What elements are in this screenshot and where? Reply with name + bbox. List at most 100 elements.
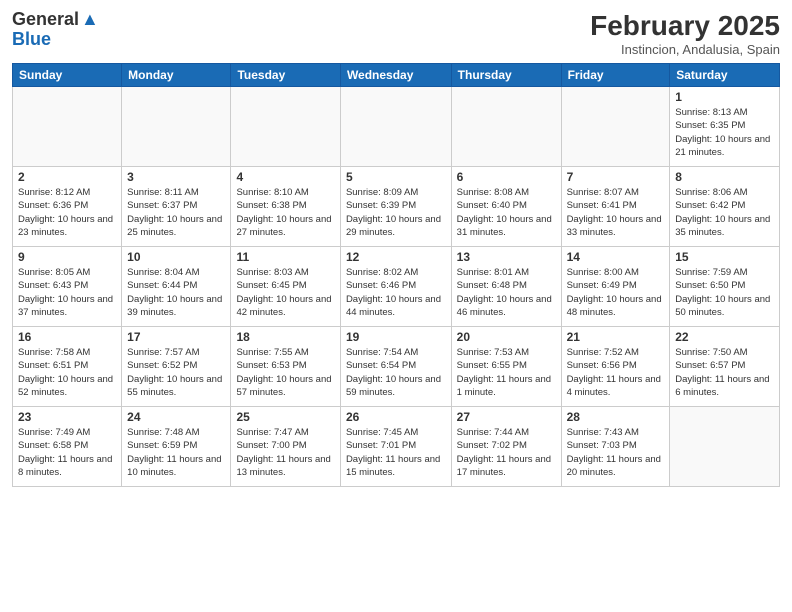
calendar-cell: 2 Sunrise: 8:12 AM Sunset: 6:36 PM Daylig… — [13, 167, 122, 247]
calendar-cell: 18 Sunrise: 7:55 AM Sunset: 6:53 PM Dayli… — [231, 327, 340, 407]
day-info: Sunrise: 7:44 AM Sunset: 7:02 PM Dayligh… — [457, 426, 556, 479]
day-info: Sunrise: 8:00 AM Sunset: 6:49 PM Dayligh… — [567, 266, 665, 319]
calendar-cell: 23 Sunrise: 7:49 AM Sunset: 6:58 PM Dayli… — [13, 407, 122, 487]
day-number: 3 — [127, 170, 225, 184]
day-info: Sunrise: 7:47 AM Sunset: 7:00 PM Dayligh… — [236, 426, 334, 479]
calendar-cell — [451, 87, 561, 167]
day-info: Sunrise: 7:52 AM Sunset: 6:56 PM Dayligh… — [567, 346, 665, 399]
col-monday: Monday — [122, 64, 231, 87]
day-number: 6 — [457, 170, 556, 184]
calendar-header-row: Sunday Monday Tuesday Wednesday Thursday… — [13, 64, 780, 87]
calendar-cell — [231, 87, 340, 167]
calendar-cell: 14 Sunrise: 8:00 AM Sunset: 6:49 PM Dayli… — [561, 247, 670, 327]
calendar-cell: 16 Sunrise: 7:58 AM Sunset: 6:51 PM Dayli… — [13, 327, 122, 407]
day-info: Sunrise: 8:13 AM Sunset: 6:35 PM Dayligh… — [675, 106, 774, 159]
day-info: Sunrise: 7:53 AM Sunset: 6:55 PM Dayligh… — [457, 346, 556, 399]
calendar-cell: 10 Sunrise: 8:04 AM Sunset: 6:44 PM Dayli… — [122, 247, 231, 327]
day-info: Sunrise: 7:54 AM Sunset: 6:54 PM Dayligh… — [346, 346, 446, 399]
day-number: 5 — [346, 170, 446, 184]
day-info: Sunrise: 8:08 AM Sunset: 6:40 PM Dayligh… — [457, 186, 556, 239]
calendar-cell: 7Sunrise: 8:07 AM Sunset: 6:41 PM Daylig… — [561, 167, 670, 247]
day-number: 27 — [457, 410, 556, 424]
col-thursday: Thursday — [451, 64, 561, 87]
day-info: Sunrise: 7:55 AM Sunset: 6:53 PM Dayligh… — [236, 346, 334, 399]
day-number: 17 — [127, 330, 225, 344]
page-container: General▲ Blue February 2025 Instincion, … — [0, 0, 792, 612]
calendar-cell — [122, 87, 231, 167]
day-info: Sunrise: 7:45 AM Sunset: 7:01 PM Dayligh… — [346, 426, 446, 479]
day-number: 2 — [18, 170, 116, 184]
day-number: 21 — [567, 330, 665, 344]
calendar-cell — [340, 87, 451, 167]
logo: General▲ Blue — [12, 10, 99, 50]
day-number: 19 — [346, 330, 446, 344]
day-number: 4 — [236, 170, 334, 184]
col-sunday: Sunday — [13, 64, 122, 87]
calendar-cell: 1 Sunrise: 8:13 AM Sunset: 6:35 PM Daylig… — [670, 87, 780, 167]
day-number: 15 — [675, 250, 774, 264]
calendar-cell: 24 Sunrise: 7:48 AM Sunset: 6:59 PM Dayli… — [122, 407, 231, 487]
day-info: Sunrise: 8:11 AM Sunset: 6:37 PM Dayligh… — [127, 186, 225, 239]
calendar-cell: 20Sunrise: 7:53 AM Sunset: 6:55 PM Dayli… — [451, 327, 561, 407]
day-info: Sunrise: 8:12 AM Sunset: 6:36 PM Dayligh… — [18, 186, 116, 239]
day-number: 14 — [567, 250, 665, 264]
calendar-cell: 13 Sunrise: 8:01 AM Sunset: 6:48 PM Dayli… — [451, 247, 561, 327]
day-number: 7 — [567, 170, 665, 184]
day-number: 1 — [675, 90, 774, 104]
day-info: Sunrise: 8:06 AM Sunset: 6:42 PM Dayligh… — [675, 186, 774, 239]
calendar-cell: 22 Sunrise: 7:50 AM Sunset: 6:57 PM Dayli… — [670, 327, 780, 407]
day-info: Sunrise: 8:09 AM Sunset: 6:39 PM Dayligh… — [346, 186, 446, 239]
day-info: Sunrise: 8:01 AM Sunset: 6:48 PM Dayligh… — [457, 266, 556, 319]
day-number: 23 — [18, 410, 116, 424]
day-info: Sunrise: 7:48 AM Sunset: 6:59 PM Dayligh… — [127, 426, 225, 479]
calendar-cell: 8 Sunrise: 8:06 AM Sunset: 6:42 PM Daylig… — [670, 167, 780, 247]
calendar-cell: 25 Sunrise: 7:47 AM Sunset: 7:00 PM Dayli… — [231, 407, 340, 487]
col-tuesday: Tuesday — [231, 64, 340, 87]
day-info: Sunrise: 7:59 AM Sunset: 6:50 PM Dayligh… — [675, 266, 774, 319]
day-number: 9 — [18, 250, 116, 264]
day-number: 28 — [567, 410, 665, 424]
day-info: Sunrise: 7:43 AM Sunset: 7:03 PM Dayligh… — [567, 426, 665, 479]
calendar-week-5: 23 Sunrise: 7:49 AM Sunset: 6:58 PM Dayli… — [13, 407, 780, 487]
logo-text: General▲ Blue — [12, 10, 99, 50]
day-info: Sunrise: 8:10 AM Sunset: 6:38 PM Dayligh… — [236, 186, 334, 239]
col-friday: Friday — [561, 64, 670, 87]
calendar-cell: 9 Sunrise: 8:05 AM Sunset: 6:43 PM Daylig… — [13, 247, 122, 327]
calendar-body: 1 Sunrise: 8:13 AM Sunset: 6:35 PM Daylig… — [13, 87, 780, 487]
calendar-cell — [670, 407, 780, 487]
day-number: 25 — [236, 410, 334, 424]
calendar-week-1: 1 Sunrise: 8:13 AM Sunset: 6:35 PM Daylig… — [13, 87, 780, 167]
calendar-week-3: 9 Sunrise: 8:05 AM Sunset: 6:43 PM Daylig… — [13, 247, 780, 327]
calendar-table: Sunday Monday Tuesday Wednesday Thursday… — [12, 63, 780, 487]
calendar-cell: 6 Sunrise: 8:08 AM Sunset: 6:40 PM Daylig… — [451, 167, 561, 247]
day-number: 16 — [18, 330, 116, 344]
calendar-subtitle: Instincion, Andalusia, Spain — [590, 42, 780, 57]
day-info: Sunrise: 8:05 AM Sunset: 6:43 PM Dayligh… — [18, 266, 116, 319]
col-saturday: Saturday — [670, 64, 780, 87]
day-info: Sunrise: 7:50 AM Sunset: 6:57 PM Dayligh… — [675, 346, 774, 399]
day-info: Sunrise: 7:58 AM Sunset: 6:51 PM Dayligh… — [18, 346, 116, 399]
page-header: General▲ Blue February 2025 Instincion, … — [12, 10, 780, 57]
col-wednesday: Wednesday — [340, 64, 451, 87]
day-number: 18 — [236, 330, 334, 344]
day-number: 24 — [127, 410, 225, 424]
day-info: Sunrise: 8:03 AM Sunset: 6:45 PM Dayligh… — [236, 266, 334, 319]
day-number: 11 — [236, 250, 334, 264]
calendar-cell: 28 Sunrise: 7:43 AM Sunset: 7:03 PM Dayli… — [561, 407, 670, 487]
day-number: 8 — [675, 170, 774, 184]
calendar-cell: 19 Sunrise: 7:54 AM Sunset: 6:54 PM Dayli… — [340, 327, 451, 407]
day-number: 10 — [127, 250, 225, 264]
day-info: Sunrise: 7:57 AM Sunset: 6:52 PM Dayligh… — [127, 346, 225, 399]
calendar-week-2: 2 Sunrise: 8:12 AM Sunset: 6:36 PM Daylig… — [13, 167, 780, 247]
day-info: Sunrise: 8:04 AM Sunset: 6:44 PM Dayligh… — [127, 266, 225, 319]
day-number: 12 — [346, 250, 446, 264]
calendar-cell: 12Sunrise: 8:02 AM Sunset: 6:46 PM Dayli… — [340, 247, 451, 327]
day-number: 13 — [457, 250, 556, 264]
day-number: 22 — [675, 330, 774, 344]
day-number: 26 — [346, 410, 446, 424]
day-info: Sunrise: 7:49 AM Sunset: 6:58 PM Dayligh… — [18, 426, 116, 479]
calendar-cell: 17 Sunrise: 7:57 AM Sunset: 6:52 PM Dayli… — [122, 327, 231, 407]
calendar-cell: 3 Sunrise: 8:11 AM Sunset: 6:37 PM Daylig… — [122, 167, 231, 247]
calendar-cell: 21 Sunrise: 7:52 AM Sunset: 6:56 PM Dayli… — [561, 327, 670, 407]
calendar-cell: 4 Sunrise: 8:10 AM Sunset: 6:38 PM Daylig… — [231, 167, 340, 247]
